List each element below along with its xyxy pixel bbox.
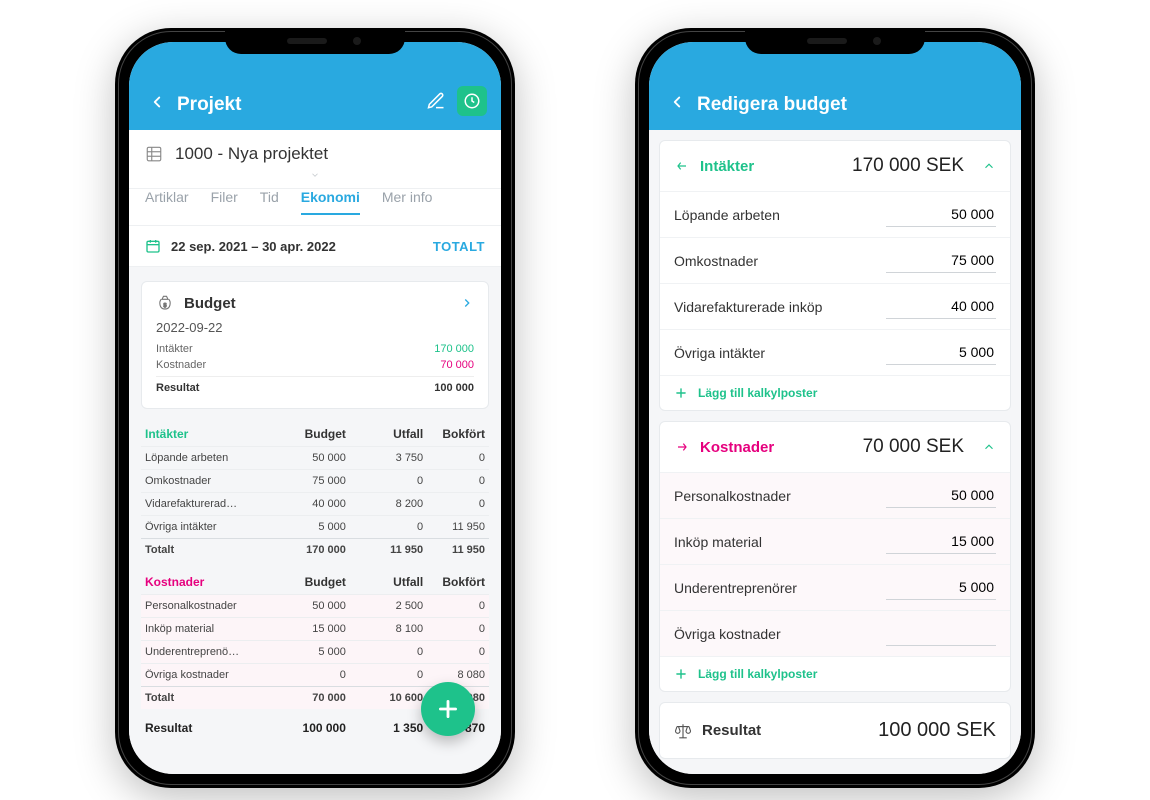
cost-total: 70 000 SEK — [784, 436, 964, 458]
add-fab[interactable] — [421, 682, 475, 736]
budget-title: Budget — [184, 295, 450, 312]
project-header: 1000 - Nya projektet — [129, 130, 501, 189]
phone-notch — [745, 28, 925, 54]
project-name: 1000 - Nya projektet — [175, 144, 328, 164]
add-income-label: Lägg till kalkylposter — [698, 386, 817, 400]
expand-chevron[interactable] — [145, 164, 485, 184]
result-label: Resultat — [702, 722, 761, 739]
budget-date: 2022-09-22 — [156, 320, 474, 341]
date-range-row[interactable]: 22 sep. 2021 – 30 apr. 2022 TOTALT — [129, 225, 501, 267]
clock-icon[interactable] — [457, 86, 487, 116]
table-row[interactable]: Övriga intäkter5 000011 950 — [141, 515, 489, 538]
edit-row: Övriga intäkter — [660, 329, 1010, 375]
top-bar: Redigera budget — [649, 42, 1021, 130]
chevron-up-icon — [982, 440, 996, 454]
income-table: Intäkter Budget Utfall Bokfört Löpande a… — [141, 419, 489, 561]
table-row[interactable]: Vidarefakturerad…40 0008 2000 — [141, 492, 489, 515]
table-row[interactable]: Personalkostnader50 0002 5000 — [141, 594, 489, 617]
calendar-icon — [145, 238, 161, 254]
tab-tid[interactable]: Tid — [260, 189, 279, 215]
chevron-right-icon — [460, 296, 474, 310]
table-row[interactable]: Löpande arbeten50 0003 7500 — [141, 446, 489, 469]
amount-input[interactable] — [886, 575, 996, 600]
amount-input[interactable] — [886, 294, 996, 319]
chevron-up-icon — [982, 159, 996, 173]
budget-result-value: 100 000 — [434, 382, 474, 394]
budget-card[interactable]: $ Budget 2022-09-22 Intäkter 170 000 Kost… — [141, 281, 489, 409]
income-section-header[interactable]: Intäkter 170 000 SEK — [660, 141, 1010, 191]
add-cost-label: Lägg till kalkylposter — [698, 667, 817, 681]
income-total: 170 000 SEK — [764, 155, 964, 177]
cost-header: Kostnader — [145, 575, 269, 589]
tab-filer[interactable]: Filer — [211, 189, 238, 215]
cost-section-header[interactable]: Kostnader 70 000 SEK — [660, 422, 1010, 472]
col-bokfort: Bokfört — [423, 427, 485, 441]
cost-sigma-icon — [674, 439, 690, 455]
result-value: 100 000 SEK — [771, 719, 996, 742]
edit-row: Löpande arbeten — [660, 191, 1010, 237]
table-row[interactable]: Underentreprenö…5 00000 — [141, 640, 489, 663]
col-utfall: Utfall — [346, 427, 423, 441]
cost-label: Kostnader — [700, 439, 774, 456]
add-cost-row[interactable]: Lägg till kalkylposter — [660, 656, 1010, 691]
edit-row: Vidarefakturerade inköp — [660, 283, 1010, 329]
cost-section: Kostnader 70 000 SEK Personalkostnader I… — [659, 421, 1011, 692]
income-header: Intäkter — [145, 427, 269, 441]
budget-income-value: 170 000 — [434, 343, 474, 355]
add-income-row[interactable]: Lägg till kalkylposter — [660, 375, 1010, 410]
phone-notch — [225, 28, 405, 54]
edit-row: Övriga kostnader — [660, 610, 1010, 656]
result-card: Resultat 100 000 SEK — [659, 702, 1011, 759]
budget-cost-label: Kostnader — [156, 359, 206, 371]
tab-artiklar[interactable]: Artiklar — [145, 189, 189, 215]
table-row[interactable]: Omkostnader75 00000 — [141, 469, 489, 492]
budget-income-label: Intäkter — [156, 343, 193, 355]
top-bar: Projekt — [129, 42, 501, 130]
phone-left: Projekt 1000 - Nya projektet — [115, 28, 515, 788]
edit-row: Omkostnader — [660, 237, 1010, 283]
budget-result-label: Resultat — [156, 382, 199, 394]
table-row[interactable]: Inköp material15 0008 1000 — [141, 617, 489, 640]
amount-input[interactable] — [886, 529, 996, 554]
amount-input[interactable] — [886, 483, 996, 508]
amount-input[interactable] — [886, 621, 996, 646]
edit-row: Underentreprenörer — [660, 564, 1010, 610]
moneybag-icon: $ — [156, 294, 174, 312]
compose-icon[interactable] — [421, 86, 451, 116]
plus-icon — [674, 386, 688, 400]
plus-icon — [674, 667, 688, 681]
budget-cost-value: 70 000 — [440, 359, 474, 371]
table-row[interactable]: Övriga kostnader008 080 — [141, 663, 489, 686]
phone-right: Redigera budget Intäkter 170 000 SEK — [635, 28, 1035, 788]
edit-row: Inköp material — [660, 518, 1010, 564]
amount-input[interactable] — [886, 340, 996, 365]
income-section: Intäkter 170 000 SEK Löpande arbeten Omk… — [659, 140, 1011, 411]
date-range: 22 sep. 2021 – 30 apr. 2022 — [171, 239, 336, 254]
tab-merinfo[interactable]: Mer info — [382, 189, 433, 215]
page-title: Redigera budget — [697, 94, 1007, 116]
income-sigma-icon — [674, 158, 690, 174]
svg-text:$: $ — [164, 303, 167, 309]
scales-icon — [674, 722, 692, 740]
back-button[interactable] — [663, 88, 691, 116]
back-button[interactable] — [143, 88, 171, 116]
page-title: Projekt — [177, 94, 415, 116]
amount-input[interactable] — [886, 248, 996, 273]
totalt-button[interactable]: TOTALT — [433, 239, 485, 254]
tab-ekonomi[interactable]: Ekonomi — [301, 189, 360, 215]
income-total-row: Totalt170 00011 95011 950 — [141, 538, 489, 561]
tabs: Artiklar Filer Tid Ekonomi Mer info — [129, 189, 501, 225]
amount-input[interactable] — [886, 202, 996, 227]
income-label: Intäkter — [700, 158, 754, 175]
edit-row: Personalkostnader — [660, 472, 1010, 518]
grid-icon — [145, 145, 163, 163]
col-budget: Budget — [269, 427, 346, 441]
